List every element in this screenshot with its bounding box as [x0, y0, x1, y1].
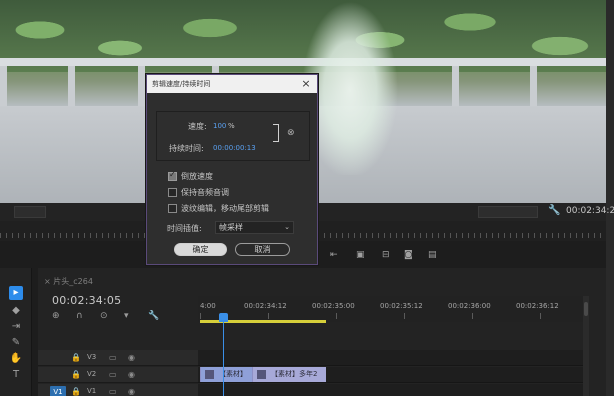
dialog-titlebar[interactable]: 剪辑速度/持续时间 × — [147, 75, 317, 93]
zoom-select[interactable] — [14, 206, 46, 218]
fx-badge-icon — [257, 370, 266, 379]
interpolation-select[interactable]: 帧采样 ⌄ — [215, 221, 294, 234]
railing-post — [138, 66, 145, 106]
hand-tool-icon[interactable]: ✋ — [9, 352, 23, 366]
export-frame-icon[interactable]: ▤ — [428, 250, 437, 260]
timeline-clip[interactable]: 【素材】多年2 — [252, 367, 326, 382]
speed-value[interactable]: 100 — [213, 122, 226, 130]
magnet-icon[interactable]: ∩ — [76, 311, 83, 321]
railing-post — [452, 66, 459, 106]
dialog-title: 剪辑速度/持续时间 — [152, 80, 211, 88]
lock-icon[interactable]: 🔒 — [71, 387, 81, 396]
ruler-tick — [540, 313, 541, 319]
link-bracket — [273, 124, 279, 142]
track-name: V3 — [87, 353, 97, 361]
railing-post — [530, 66, 537, 106]
track-select-icon[interactable]: ⇥ — [9, 320, 23, 334]
ok-button[interactable]: 确定 — [174, 243, 227, 256]
ruler-label: 00:02:34:12 — [244, 302, 287, 310]
ruler-label: 00:02:35:12 — [380, 302, 423, 310]
sync-lock-icon[interactable]: ▭ — [109, 353, 117, 362]
ruler-label: 00:02:36:00 — [448, 302, 491, 310]
lift-icon[interactable]: ⊟ — [382, 250, 390, 260]
selection-tool-icon[interactable]: ▸ — [9, 286, 23, 300]
speed-label: 速度: — [188, 122, 207, 131]
track-header: 🔒 V2 ▭ ◉ — [38, 367, 198, 383]
lock-icon[interactable]: 🔒 — [71, 353, 81, 362]
playhead-line — [223, 321, 224, 396]
speed-duration-dialog: 剪辑速度/持续时间 × 速度: 100 % 持续时间: 00:00:00:13 … — [146, 74, 318, 265]
sequence-tab-label: 片头_c264 — [53, 277, 93, 286]
duration-label: 持续时间: — [169, 144, 204, 153]
razor-tool-icon[interactable]: ◆ — [9, 304, 23, 318]
insert-icon[interactable]: ⇤ — [330, 250, 338, 260]
marker-icon[interactable]: ▾ — [124, 311, 129, 321]
ruler-tick — [336, 313, 337, 319]
settings-wrench-icon[interactable]: 🔧 — [148, 311, 159, 321]
checkbox-box[interactable] — [168, 170, 177, 181]
railing-post — [0, 66, 7, 106]
lock-icon[interactable]: 🔒 — [71, 370, 81, 379]
timeline-clip[interactable]: 【素材】 — [200, 367, 252, 382]
ruler-tick — [404, 313, 405, 319]
track-v3: 🔒 V3 ▭ ◉ — [38, 350, 583, 366]
checkbox-box[interactable] — [168, 188, 177, 197]
track-lane[interactable] — [198, 350, 583, 366]
track-header: V1 🔒 V1 ▭ ◉ — [38, 384, 198, 396]
speed-unit: % — [228, 122, 235, 130]
link-icon[interactable]: ⊙ — [100, 311, 108, 321]
ruler-tick — [472, 313, 473, 319]
track-v1: V1 🔒 V1 ▭ ◉ — [38, 384, 583, 396]
close-icon[interactable]: × — [300, 75, 312, 93]
type-tool-icon[interactable]: T — [9, 368, 23, 382]
source-patch[interactable]: V1 — [50, 386, 66, 396]
monitor-timecode: 00:02:34:2 — [566, 206, 614, 216]
track-name: V1 — [87, 387, 97, 395]
track-header: 🔒 V3 ▭ ◉ — [38, 350, 198, 366]
sync-lock-icon[interactable]: ▭ — [109, 387, 117, 396]
checkbox-box[interactable] — [168, 204, 177, 213]
ruler-label: 00:02:35:00 — [312, 302, 355, 310]
scrollbar-thumb[interactable] — [584, 302, 588, 316]
chevron-down-icon: ⌄ — [284, 223, 290, 231]
premiere-workspace: 🔧 00:02:34:2 ⇤ ▣ ⊟ ◙ ▤ ▸ ◆ ⇥ ✎ ✋ T × 片头_… — [0, 0, 614, 396]
ruler-tick — [268, 313, 269, 319]
checkbox-label: 倒放速度 — [181, 172, 213, 181]
track-lane[interactable] — [198, 384, 583, 396]
checkbox-label: 保持音频音调 — [181, 188, 229, 197]
track-name: V2 — [87, 370, 97, 378]
eye-icon[interactable]: ◉ — [128, 353, 135, 362]
ruler-tick — [200, 313, 201, 319]
chain-link-icon[interactable]: ⊗ — [287, 128, 295, 138]
wrench-icon[interactable]: 🔧 — [548, 205, 560, 216]
ruler-label: 00:02:36:12 — [516, 302, 559, 310]
interpolation-label: 时间插值: — [167, 224, 202, 233]
sequence-tab[interactable]: × 片头_c264 — [44, 276, 93, 287]
pen-tool-icon[interactable]: ✎ — [9, 336, 23, 350]
sync-lock-icon[interactable]: ▭ — [109, 370, 117, 379]
interpolation-value: 帧采样 — [219, 223, 243, 232]
ruler-label: 4:00 — [200, 302, 216, 310]
clip-label: 【素材】多年2 — [271, 370, 318, 378]
duration-value[interactable]: 00:00:00:13 — [213, 144, 256, 152]
resolution-select[interactable] — [478, 206, 538, 218]
eye-icon[interactable]: ◉ — [128, 370, 135, 379]
tools-panel: ▸ ◆ ⇥ ✎ ✋ T — [0, 268, 32, 396]
sequence-timecode[interactable]: 00:02:34:05 — [52, 294, 121, 307]
eye-icon[interactable]: ◉ — [128, 387, 135, 396]
camera-icon[interactable]: ◙ — [404, 250, 413, 260]
railing-post — [68, 66, 75, 106]
nest-icon[interactable]: ⊕ — [52, 311, 60, 321]
checkbox-label: 波纹编辑，移动尾部剪辑 — [181, 204, 269, 213]
fx-badge-icon — [205, 370, 214, 379]
cancel-button[interactable]: 取消 — [235, 243, 290, 256]
overwrite-icon[interactable]: ▣ — [356, 250, 365, 260]
panel-edge — [606, 0, 614, 396]
